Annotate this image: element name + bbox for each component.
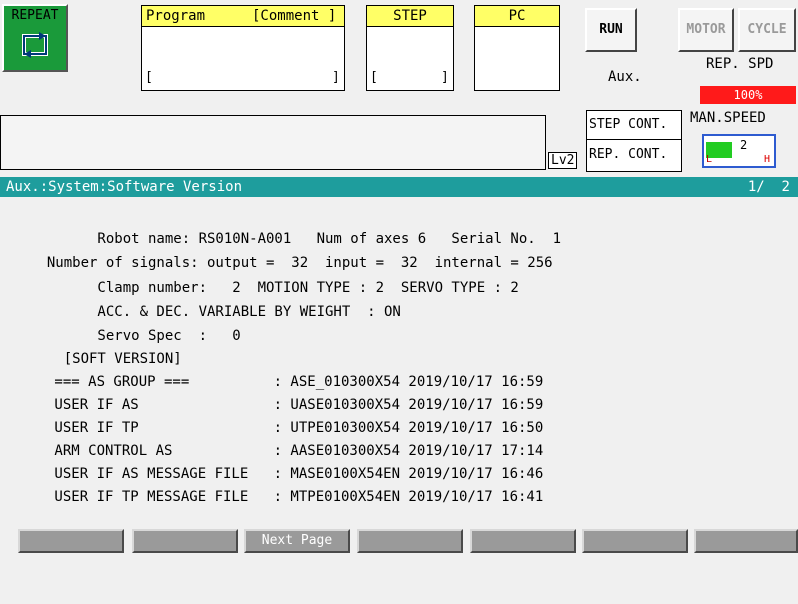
footer-area: [0, 556, 798, 604]
cont-panel[interactable]: STEP CONT. REP. CONT.: [586, 110, 682, 172]
function-key-6[interactable]: [582, 529, 688, 553]
program-header: Program [Comment ]: [142, 6, 344, 27]
pc-label: PC: [508, 8, 526, 24]
message-strip: [0, 115, 546, 170]
step-bracket-left: [: [370, 70, 378, 85]
function-key-2[interactable]: [132, 529, 238, 553]
titlebar: Aux.:System:Software Version 1/ 2: [0, 177, 798, 197]
pc-panel[interactable]: PC: [474, 5, 560, 91]
motor-button[interactable]: MOTOR: [678, 8, 734, 52]
step-panel[interactable]: STEP [ ]: [366, 5, 454, 91]
function-key-5[interactable]: [470, 529, 576, 553]
step-cont-label[interactable]: STEP CONT.: [587, 111, 681, 140]
repeat-icon: [21, 32, 49, 58]
step-header: STEP: [367, 6, 453, 27]
next-page-button[interactable]: Next Page: [244, 529, 350, 553]
man-speed-label: MAN.SPEED: [690, 110, 766, 126]
content-line-signals: Number of signals: output = 32 input = 3…: [30, 255, 553, 271]
man-speed-low: L: [706, 154, 713, 165]
program-panel[interactable]: Program [Comment ] [ ]: [141, 5, 345, 91]
program-bracket-left: [: [145, 70, 153, 85]
cycle-button[interactable]: CYCLE: [738, 8, 796, 52]
run-button[interactable]: RUN: [585, 8, 637, 52]
man-speed-gauge[interactable]: 2 L H: [702, 134, 776, 168]
content-line-user-if-as: USER IF AS : UASE010300X54 2019/10/17 16…: [46, 397, 544, 413]
rep-spd-label: REP. SPD: [706, 56, 774, 72]
function-key-1[interactable]: [18, 529, 124, 553]
content-line-as-message: USER IF AS MESSAGE FILE : MASE0100X54EN …: [46, 466, 544, 482]
content-line-user-if-tp: USER IF TP : UTPE010300X54 2019/10/17 16…: [46, 420, 544, 436]
comment-label: [Comment ]: [252, 8, 337, 24]
breadcrumb: Aux.:System:Software Version: [6, 179, 243, 195]
content-area: Robot name: RS010N-A001 Num of axes 6 Se…: [0, 197, 798, 527]
content-line-as-group: === AS GROUP === : ASE_010300X54 2019/10…: [46, 374, 544, 390]
function-key-4[interactable]: [357, 529, 463, 553]
content-line-soft-version: [SOFT VERSION]: [30, 351, 182, 367]
content-line-clamp: Clamp number: 2 MOTION TYPE : 2 SERVO TY…: [30, 280, 519, 296]
content-line-servo-spec: Servo Spec : 0: [30, 328, 241, 344]
lv-label: Lv2: [548, 152, 578, 169]
content-line-robot: Robot name: RS010N-A001 Num of axes 6 Se…: [30, 231, 562, 247]
rep-cont-label[interactable]: REP. CONT.: [587, 140, 681, 170]
content-line-accdec: ACC. & DEC. VARIABLE BY WEIGHT : ON: [30, 304, 401, 320]
mode-indicator[interactable]: REPEAT: [2, 4, 68, 72]
aux-label: Aux.: [608, 69, 642, 85]
function-key-7[interactable]: [694, 529, 798, 553]
step-label: STEP: [393, 8, 427, 24]
mode-label: REPEAT: [11, 8, 59, 23]
program-bracket-right: ]: [332, 70, 340, 85]
man-speed-high: H: [764, 154, 771, 165]
pc-header: PC: [475, 6, 559, 27]
content-line-tp-message: USER IF TP MESSAGE FILE : MTPE0100X54EN …: [46, 489, 544, 505]
page-indicator: 1/ 2: [747, 179, 790, 195]
program-label: Program: [146, 8, 206, 24]
step-bracket-right: ]: [441, 70, 449, 85]
man-speed-value: 2: [740, 138, 748, 152]
content-line-arm-control: ARM CONTROL AS : AASE010300X54 2019/10/1…: [46, 443, 544, 459]
rep-spd-value: 100%: [700, 86, 796, 104]
